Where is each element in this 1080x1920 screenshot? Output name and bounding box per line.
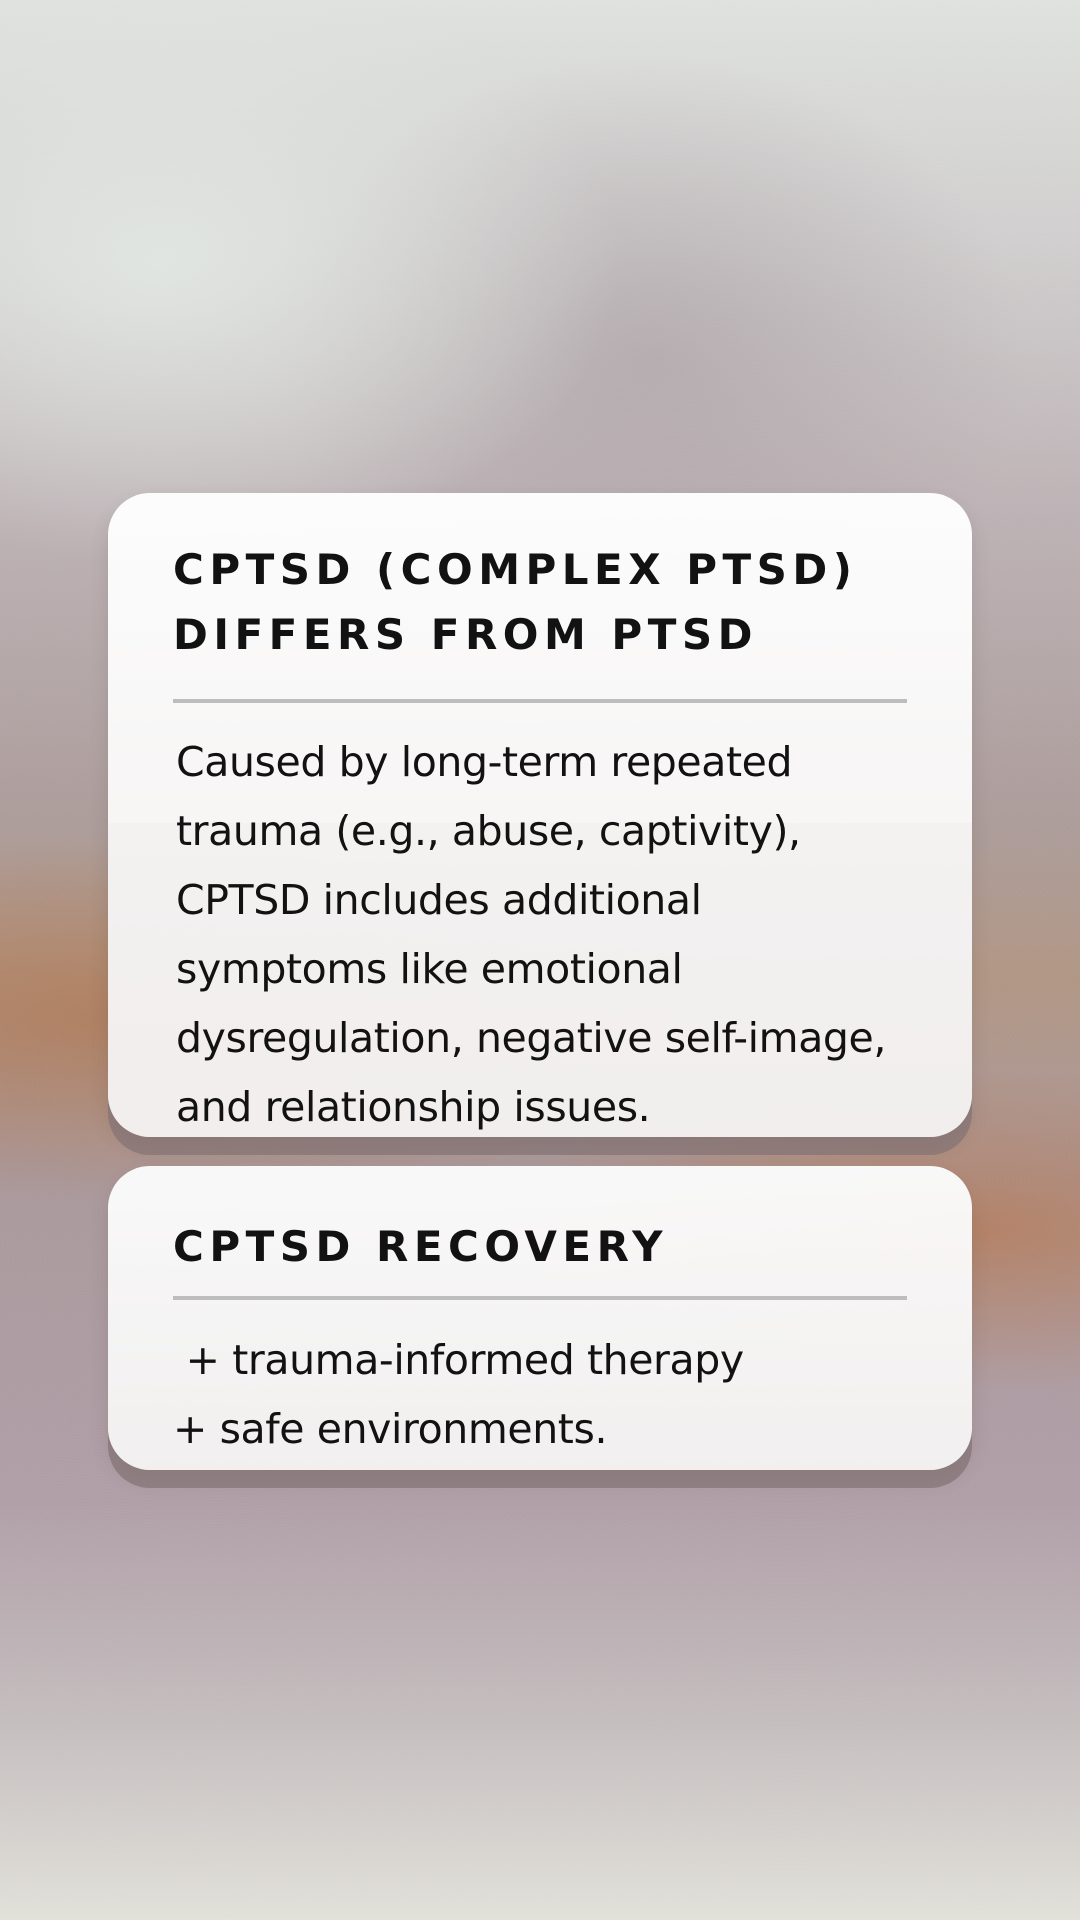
card-title: CPTSD RECOVERY	[173, 1222, 669, 1271]
cptsd-difference-card: CPTSD (COMPLEX PTSD) DIFFERS FROM PTSD C…	[108, 493, 972, 1137]
page: { "cards": [ { "title": "CPTSD (COMPLEX …	[0, 0, 1080, 1920]
card-title: CPTSD (COMPLEX PTSD) DIFFERS FROM PTSD	[173, 545, 858, 659]
recovery-list: + trauma-informed therapy + safe environ…	[173, 1326, 908, 1464]
card-description: Caused by long-term repeated trauma (e.g…	[176, 738, 887, 1131]
list-item: + safe environments.	[173, 1405, 608, 1453]
title-divider	[173, 1296, 907, 1300]
title-divider	[173, 699, 907, 703]
cptsd-recovery-card: CPTSD RECOVERY + trauma-informed therapy…	[108, 1166, 972, 1470]
list-item: + trauma-informed therapy	[173, 1336, 745, 1384]
